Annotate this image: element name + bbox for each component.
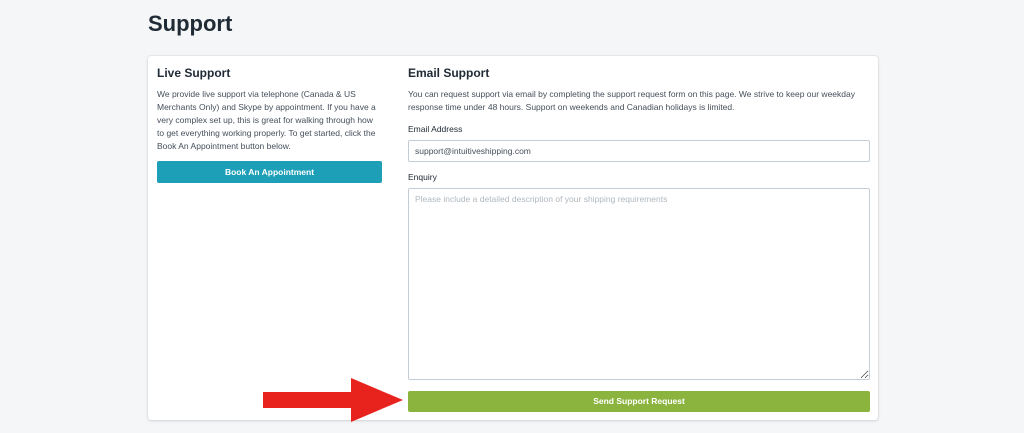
email-address-input[interactable] xyxy=(408,140,870,162)
send-support-request-button[interactable]: Send Support Request xyxy=(408,391,870,412)
enquiry-textarea[interactable] xyxy=(408,188,870,380)
live-support-section: Live Support We provide live support via… xyxy=(157,66,382,183)
live-support-description: We provide live support via telephone (C… xyxy=(157,89,376,151)
email-support-description: You can request support via email by com… xyxy=(408,89,855,112)
email-support-section: Email Support You can request support vi… xyxy=(408,66,871,380)
email-support-title: Email Support xyxy=(408,66,490,80)
support-page: Support Live Support We provide live sup… xyxy=(0,0,1024,433)
page-title: Support xyxy=(148,11,233,36)
live-support-title: Live Support xyxy=(157,66,231,80)
email-address-label: Email Address xyxy=(408,124,463,134)
enquiry-label: Enquiry xyxy=(408,172,437,182)
support-card: Live Support We provide live support via… xyxy=(148,56,878,420)
red-arrow-right-icon xyxy=(263,378,403,422)
book-appointment-button[interactable]: Book An Appointment xyxy=(157,161,382,183)
